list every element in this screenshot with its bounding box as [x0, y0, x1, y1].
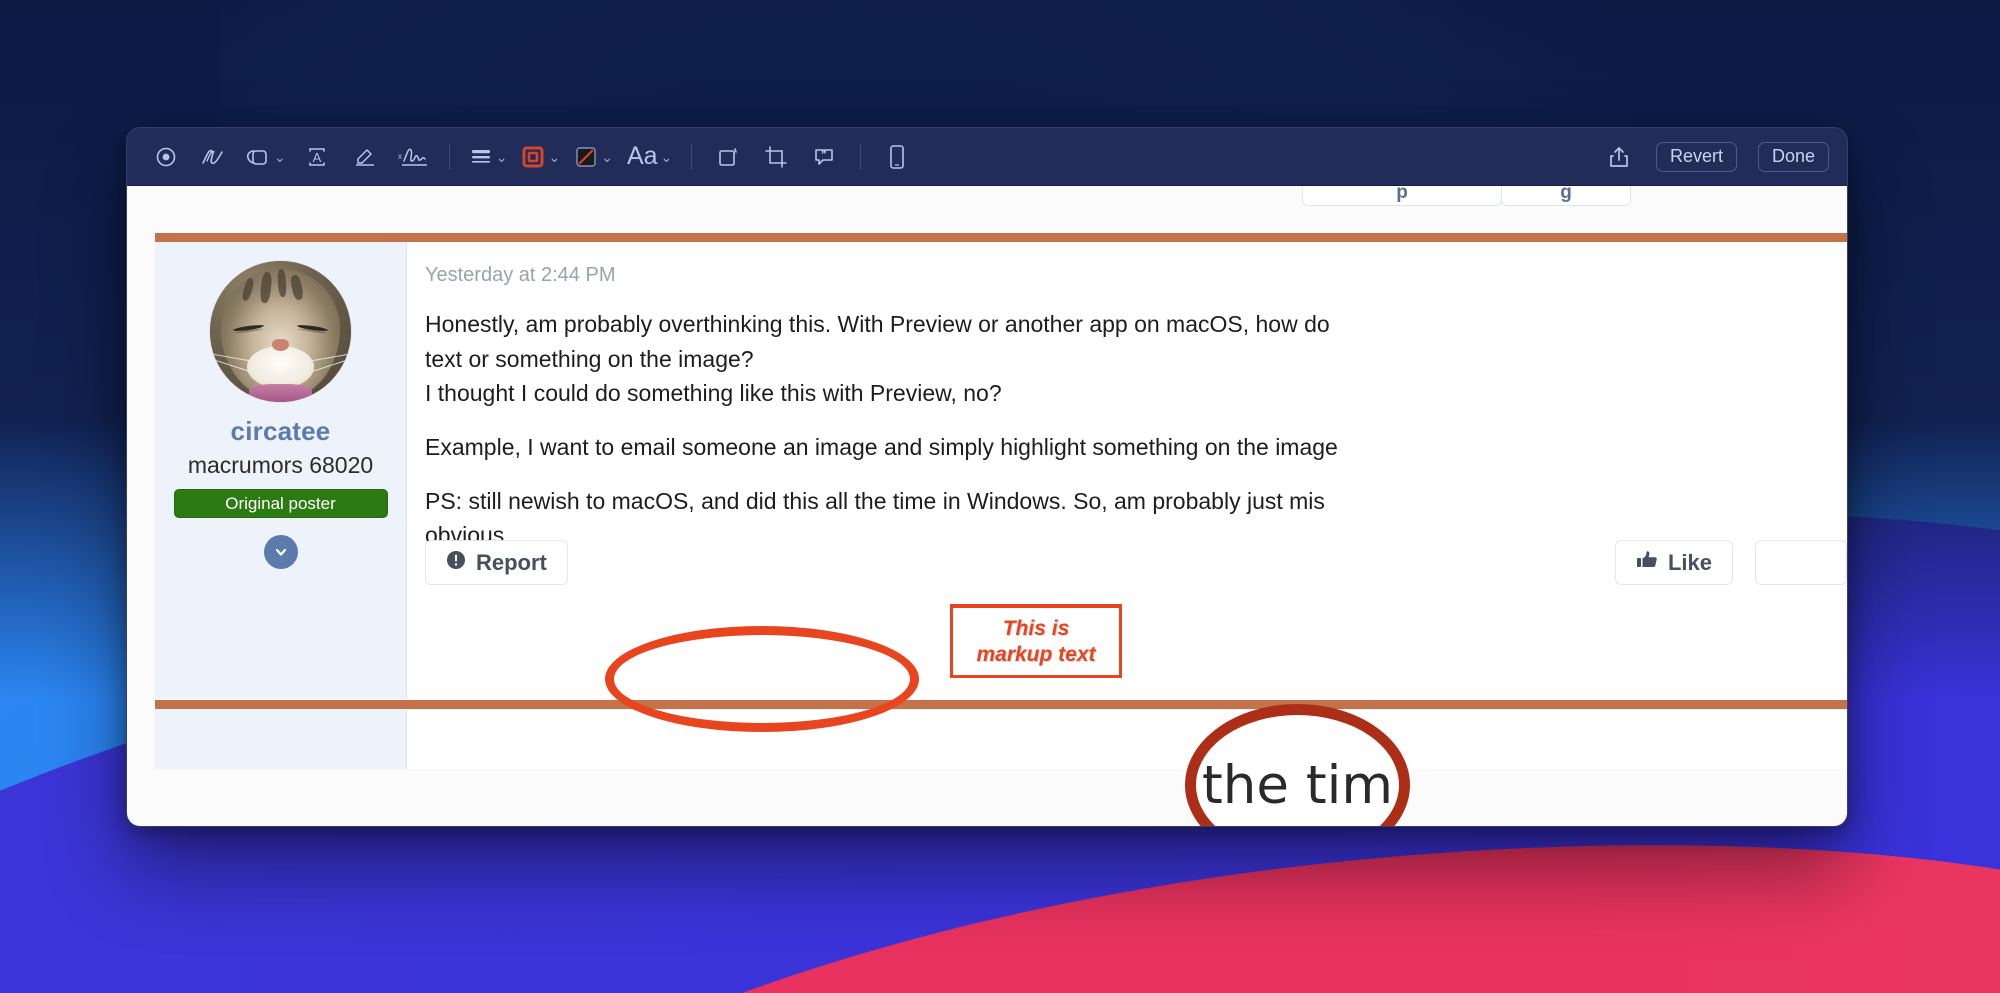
post-timestamp: Yesterday at 2:44 PM [425, 264, 616, 286]
cut-off-action-button[interactable] [1755, 540, 1847, 585]
exclamation-circle-icon [446, 550, 466, 576]
toolbar-divider [860, 143, 862, 170]
svg-text:❞: ❞ [822, 150, 827, 161]
post-author-sidebar: circatee macrumors 68020 Original poster [155, 242, 407, 699]
annotate-icon[interactable]: ❞ [803, 138, 845, 176]
chevron-down-icon[interactable] [263, 535, 298, 569]
preview-window: ⌄ A x ⌄ ⌄ ⌄ Aa ⌄ ❞ Revert Done p g circa… [126, 127, 1848, 827]
chevron-down-icon[interactable]: ⌄ [601, 150, 613, 164]
forum-post: circatee macrumors 68020 Original poster… [155, 242, 1847, 699]
post-body: Yesterday at 2:44 PM Honestly, am probab… [407, 242, 1847, 699]
chevron-down-icon[interactable]: ⌄ [661, 150, 673, 164]
report-button[interactable]: Report [425, 540, 568, 585]
document-canvas[interactable]: p g circatee macrumors 68020 Original po… [127, 186, 1847, 826]
text-style-label: Aa [626, 142, 658, 170]
chevron-down-icon[interactable]: ⌄ [496, 150, 508, 164]
author-title: macrumors 68020 [187, 452, 374, 478]
rotate-icon[interactable] [707, 138, 749, 176]
sketch-icon[interactable] [193, 138, 235, 176]
markup-toolbar: ⌄ A x ⌄ ⌄ ⌄ Aa ⌄ ❞ Revert Done [127, 128, 1847, 186]
divider-rule-top [155, 233, 1847, 242]
fill-color-icon[interactable]: ⌄ [570, 138, 617, 176]
cut-off-buttons-row: p g [1302, 186, 1631, 206]
cut-button-reply[interactable]: p [1302, 186, 1502, 206]
post-footer-sidebar [155, 710, 407, 769]
post-paragraph: I thought I could do something like this… [425, 380, 1002, 407]
divider-rule-bottom [155, 700, 1847, 709]
signature-icon[interactable]: x [392, 138, 434, 176]
highlight-icon[interactable] [344, 138, 386, 176]
like-label: Like [1667, 549, 1712, 575]
post-paragraph: Example, I want to email someone an imag… [425, 433, 1338, 460]
thumbs-up-icon [1636, 550, 1658, 576]
post-actions: Report Like [425, 540, 1847, 585]
chevron-down-icon[interactable]: ⌄ [548, 150, 560, 164]
markup-tablet-icon[interactable] [876, 138, 918, 176]
revert-button[interactable]: Revert [1655, 141, 1737, 172]
post-paragraph: text or something on the image? [425, 345, 754, 372]
cut-button-quote[interactable]: g [1501, 186, 1631, 206]
svg-text:A: A [312, 150, 321, 165]
author-username[interactable]: circatee [231, 416, 331, 447]
toolbar-divider [448, 143, 450, 170]
shape-style-icon[interactable]: ⌄ [465, 138, 512, 176]
crop-icon[interactable] [755, 138, 797, 176]
text-style-icon[interactable]: Aa ⌄ [623, 138, 676, 176]
text-icon[interactable]: A [296, 138, 338, 176]
svg-text:x: x [398, 152, 402, 161]
share-icon[interactable] [1598, 138, 1640, 176]
post-paragraph: Honestly, am probably overthinking this.… [425, 311, 1330, 337]
post-footer-area [155, 709, 1847, 769]
post-paragraph: PS: still newish to macOS, and did this … [425, 487, 1325, 514]
border-color-icon[interactable]: ⌄ [517, 138, 564, 176]
avatar[interactable] [210, 261, 351, 402]
sketch-select-icon[interactable] [145, 138, 187, 176]
shapes-icon[interactable]: ⌄ [241, 138, 290, 176]
like-button[interactable]: Like [1614, 540, 1733, 585]
status-badge: Original poster [173, 489, 388, 518]
toolbar-divider [691, 143, 693, 170]
done-button[interactable]: Done [1757, 141, 1829, 172]
report-label: Report [476, 549, 547, 575]
chevron-down-icon[interactable]: ⌄ [274, 150, 286, 164]
